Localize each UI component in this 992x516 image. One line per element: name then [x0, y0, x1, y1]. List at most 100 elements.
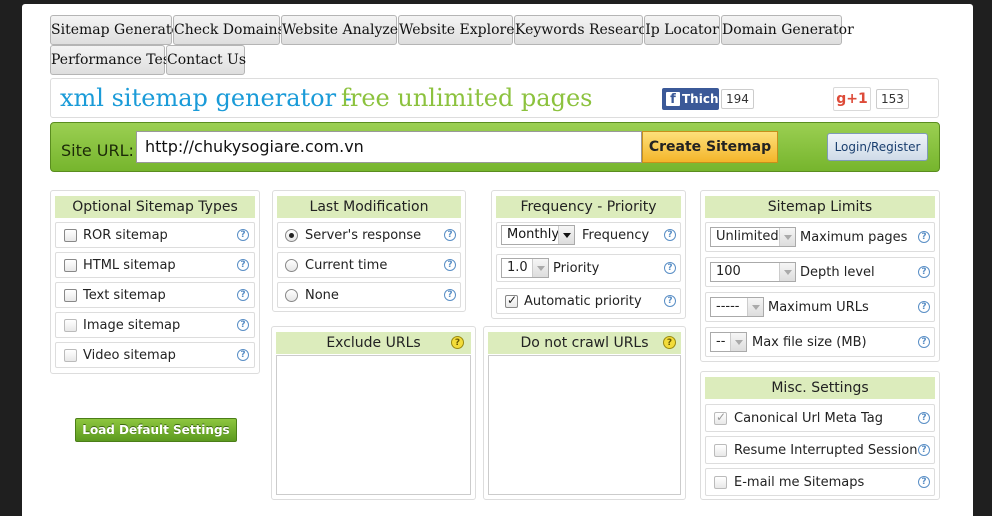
email-sitemaps-label: E-mail me Sitemaps [734, 475, 865, 490]
create-sitemap-button[interactable]: Create Sitemap [642, 131, 778, 163]
automatic-priority-label: Automatic priority [524, 294, 642, 309]
depth-level-value: 100 [716, 264, 741, 279]
frequency-priority-title: Frequency - Priority [496, 196, 681, 218]
list-item: ----- Maximum URLs ? [705, 292, 935, 322]
servers-response-label: Server's response [305, 228, 422, 243]
chevron-down-icon [779, 263, 795, 281]
ror-sitemap-checkbox[interactable] [64, 229, 77, 242]
help-icon[interactable]: ? [918, 336, 930, 348]
help-icon[interactable]: ? [918, 301, 930, 313]
resume-session-label: Resume Interrupted Session [734, 443, 918, 458]
resume-session-checkbox[interactable] [714, 444, 727, 457]
sitemap-limits-title: Sitemap Limits [705, 196, 935, 218]
help-icon[interactable]: ? [918, 444, 930, 456]
help-icon[interactable]: ? [918, 412, 930, 424]
canonical-url-checkbox[interactable] [714, 410, 727, 425]
help-icon[interactable]: ? [918, 231, 930, 243]
help-icon[interactable]: ? [237, 319, 249, 331]
current-time-radio[interactable] [285, 259, 298, 272]
maximum-urls-value: ----- [716, 299, 740, 314]
maximum-pages-label: Maximum pages [800, 230, 908, 245]
tab-keywords-research[interactable]: Keywords Research [514, 15, 655, 45]
tab-domain-generator[interactable]: Domain Generator [721, 15, 854, 45]
current-time-label: Current time [305, 258, 388, 273]
help-icon[interactable]: ? [444, 229, 456, 241]
html-sitemap-checkbox[interactable] [64, 259, 77, 272]
video-sitemap-label: Video sitemap [83, 348, 176, 363]
list-item: Monthly Frequency ? [496, 222, 681, 248]
help-icon[interactable]: ? [237, 259, 249, 271]
google-plus-button[interactable]: g+1 [833, 87, 871, 111]
do-not-crawl-title: Do not crawl URLs [488, 332, 681, 354]
facebook-like-count: 194 [721, 89, 754, 109]
max-file-size-select[interactable]: -- [710, 332, 747, 352]
sitemap-types-title: Optional Sitemap Types [55, 196, 255, 218]
max-file-size-label: Max file size (MB) [752, 335, 867, 350]
list-item: Image sitemap ? [55, 312, 255, 338]
list-item: 100 Depth level ? [705, 257, 935, 287]
chevron-down-icon [558, 226, 574, 244]
help-icon[interactable]: ? [664, 295, 676, 307]
maximum-pages-select[interactable]: Unlimited [710, 227, 796, 247]
tab-website-explorer[interactable]: Website Explorer [398, 15, 521, 45]
text-sitemap-label: Text sitemap [83, 288, 166, 303]
text-sitemap-checkbox[interactable] [64, 289, 77, 302]
tab-sitemap-generator[interactable]: Sitemap Generator [50, 15, 187, 45]
help-icon[interactable]: ? [451, 336, 464, 349]
automatic-priority-checkbox[interactable] [505, 293, 518, 308]
email-sitemaps-checkbox[interactable] [714, 476, 727, 489]
misc-settings-title: Misc. Settings [705, 377, 935, 399]
do-not-crawl-textarea[interactable] [488, 355, 681, 495]
load-default-settings-button[interactable]: Load Default Settings [75, 418, 237, 442]
help-icon[interactable]: ? [918, 266, 930, 278]
tab-ip-locator[interactable]: Ip Locator [644, 15, 720, 45]
list-item: -- Max file size (MB) ? [705, 327, 935, 357]
none-radio[interactable] [285, 289, 298, 302]
list-item: ROR sitemap ? [55, 222, 255, 248]
help-icon[interactable]: ? [664, 229, 676, 241]
tab-performance-test[interactable]: Performance Test [50, 45, 176, 75]
tab-check-domains[interactable]: Check Domains [173, 15, 285, 45]
help-icon[interactable]: ? [237, 349, 249, 361]
help-icon[interactable]: ? [444, 259, 456, 271]
list-item: Current time ? [277, 252, 461, 278]
help-icon[interactable]: ? [664, 262, 676, 274]
list-item: None ? [277, 282, 461, 308]
last-modification-title: Last Modification [277, 196, 461, 218]
list-item: Unlimited Maximum pages ? [705, 222, 935, 252]
list-item: 1.0 Priority ? [496, 254, 681, 282]
help-icon[interactable]: ? [444, 289, 456, 301]
site-url-label: Site URL: [61, 141, 134, 160]
priority-select[interactable]: 1.0 [501, 258, 549, 278]
help-icon[interactable]: ? [663, 336, 676, 349]
max-file-size-value: -- [716, 334, 726, 349]
priority-label: Priority [553, 261, 600, 276]
depth-level-select[interactable]: 100 [710, 262, 796, 282]
list-item: Canonical Url Meta Tag ? [705, 404, 935, 432]
chevron-down-icon [532, 259, 548, 277]
maximum-urls-select[interactable]: ----- [710, 297, 764, 317]
exclude-urls-textarea[interactable] [276, 355, 471, 495]
list-item: HTML sitemap ? [55, 252, 255, 278]
chevron-down-icon [747, 298, 763, 316]
image-sitemap-checkbox[interactable] [64, 319, 77, 332]
tab-website-analyzer[interactable]: Website Analyzer [281, 15, 405, 45]
help-icon[interactable]: ? [918, 476, 930, 488]
help-icon[interactable]: ? [237, 289, 249, 301]
help-icon[interactable]: ? [237, 229, 249, 241]
list-item: Video sitemap ? [55, 342, 255, 368]
google-plus-count: 153 [876, 89, 909, 109]
facebook-icon: f [666, 92, 680, 107]
list-item: E-mail me Sitemaps ? [705, 468, 935, 496]
frequency-select[interactable]: Monthly [501, 225, 575, 245]
login-register-button[interactable]: Login/Register [827, 133, 928, 161]
canonical-url-label: Canonical Url Meta Tag [734, 411, 883, 426]
facebook-like-button[interactable]: f Thich [662, 88, 719, 110]
priority-select-value: 1.0 [507, 260, 528, 275]
exclude-urls-title: Exclude URLs [276, 332, 471, 354]
html-sitemap-label: HTML sitemap [83, 258, 176, 273]
servers-response-radio[interactable] [285, 229, 298, 242]
site-url-input[interactable]: http://chukysogiare.com.vn [136, 131, 642, 163]
video-sitemap-checkbox[interactable] [64, 349, 77, 362]
tab-contact-us[interactable]: Contact Us [166, 45, 246, 75]
